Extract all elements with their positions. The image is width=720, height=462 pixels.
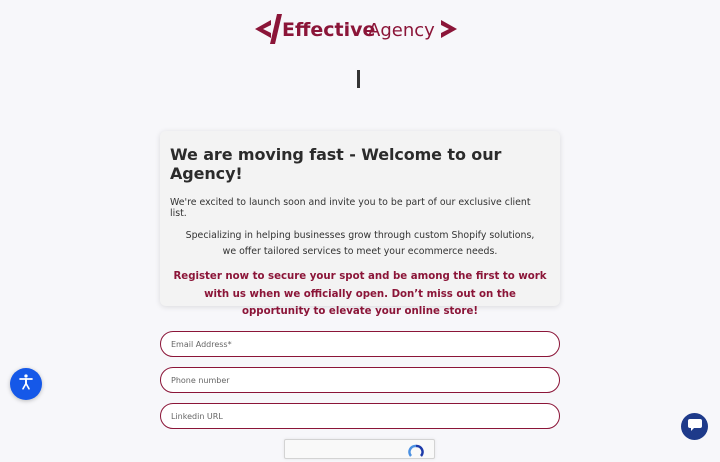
- phone-field[interactable]: [160, 367, 560, 393]
- logo-mark: Effective Agency: [255, 14, 457, 44]
- email-field[interactable]: [160, 331, 560, 357]
- accessibility-icon: [17, 373, 35, 395]
- text-cursor: [357, 70, 360, 88]
- brand-logo[interactable]: Effective Agency: [0, 12, 720, 46]
- chat-button[interactable]: [681, 413, 708, 440]
- chat-icon: [687, 417, 702, 436]
- linkedin-field[interactable]: [160, 403, 560, 429]
- brand-name-light: Agency: [368, 20, 435, 41]
- accessibility-button[interactable]: [10, 368, 42, 400]
- welcome-card: We are moving fast - Welcome to our Agen…: [160, 131, 560, 317]
- cta-text: Register now to secure your spot and be …: [173, 271, 547, 317]
- welcome-heading: We are moving fast - Welcome to our Agen…: [170, 145, 502, 183]
- recaptcha-icon: [408, 443, 424, 462]
- intro-text: We're excited to launch soon and invite …: [170, 197, 531, 219]
- recaptcha-widget[interactable]: [284, 439, 435, 459]
- brand-name-bold: Effective: [282, 19, 375, 41]
- specialty-text: Specializing in helping businesses grow …: [185, 230, 535, 257]
